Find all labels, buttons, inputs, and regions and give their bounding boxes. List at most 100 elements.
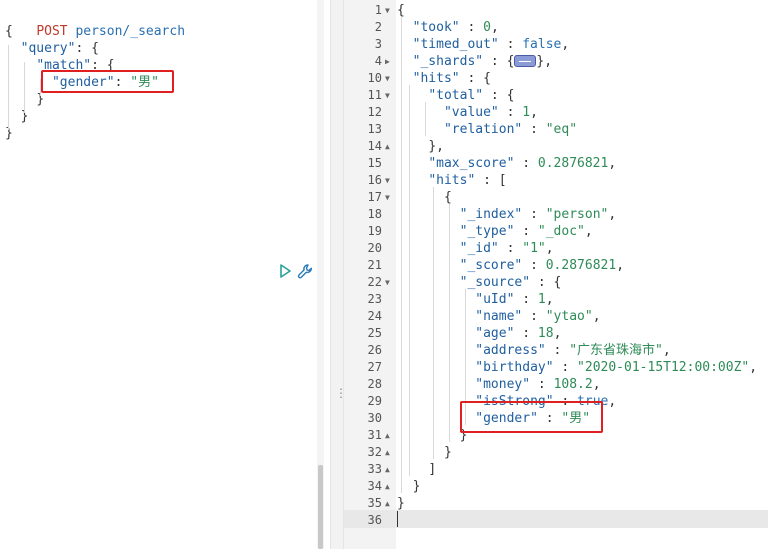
json-punctuation: : { — [530, 275, 562, 290]
request-code-line[interactable]: { — [5, 23, 13, 40]
fold-toggle-icon[interactable]: ▲ — [385, 138, 390, 155]
json-key: "total" — [428, 88, 484, 103]
wrench-icon[interactable] — [297, 263, 314, 280]
response-code-line[interactable]: "hits" : { — [397, 70, 491, 87]
json-number-value: 0 — [483, 20, 491, 35]
json-key: "_id" — [459, 241, 499, 256]
json-punctuation: : — [530, 377, 554, 392]
response-code-line[interactable]: "_index" : "person", — [397, 206, 617, 223]
response-viewer[interactable]: 1 ▼ 2 3 4 ▶ 10 ▼ 11 ▼ 12 13 14 ▲ 15 16 ▼ 17 ▼ 18 19 20 21 22 ▼ 23… — [344, 0, 768, 549]
response-code-line[interactable]: "relation" : "eq" — [397, 121, 577, 138]
json-punctuation: : — [498, 37, 523, 52]
response-code-line[interactable]: "total" : { — [397, 87, 514, 104]
pane-splitter[interactable]: ⋮ — [330, 0, 347, 549]
json-punctuation: , — [608, 207, 617, 222]
json-key: "name" — [475, 309, 523, 324]
json-punctuation: , — [592, 309, 601, 324]
json-punctuation: , — [584, 224, 593, 239]
play-icon[interactable] — [279, 264, 291, 278]
response-gender-highlight — [460, 401, 603, 433]
gutter-row: 35 ▲ — [344, 495, 396, 512]
fold-toggle-icon[interactable]: ▼ — [385, 2, 390, 19]
gutter-row: 15 — [344, 155, 396, 172]
json-key: "timed_out" — [412, 37, 499, 52]
gutter-row: 17 ▼ — [344, 189, 396, 206]
fold-toggle-icon[interactable]: ▲ — [385, 444, 390, 461]
fold-toggle-icon[interactable]: ▼ — [385, 274, 390, 291]
fold-toggle-icon[interactable]: ▲ — [385, 461, 390, 478]
line-number: 32 — [367, 445, 382, 459]
gutter-row: 25 — [344, 325, 396, 342]
line-number: 21 — [367, 258, 382, 272]
indent-guide — [8, 45, 9, 130]
response-code-line[interactable]: "uId" : 1, — [397, 291, 554, 308]
fold-toggle-icon[interactable]: ▲ — [385, 427, 390, 444]
json-key: "hits" — [412, 71, 460, 86]
response-code-line[interactable]: } — [397, 444, 452, 461]
indent-guide — [433, 187, 434, 459]
line-number: 30 — [367, 411, 382, 425]
json-punctuation: : { — [459, 71, 491, 86]
json-key: "max_score" — [428, 156, 515, 171]
request-editor[interactable]: POST person/_search { "query": { "match"… — [0, 0, 330, 549]
request-line[interactable]: POST person/_search — [5, 6, 185, 39]
fold-toggle-icon[interactable]: ▲ — [385, 478, 390, 495]
gutter-row: 27 — [344, 359, 396, 376]
json-punctuation: : — [498, 241, 523, 256]
json-punctuation: , — [749, 360, 758, 375]
response-code-line[interactable]: "age" : 18, — [397, 325, 561, 342]
response-code-line[interactable]: "took" : 0, — [397, 19, 499, 36]
request-code-line[interactable]: "query": { — [5, 40, 99, 57]
json-punctuation: : — [522, 207, 546, 222]
response-code-line[interactable]: "_shards" : {}, — [397, 53, 552, 70]
response-code-line[interactable]: ] — [397, 461, 436, 478]
json-punctuation: , — [545, 241, 554, 256]
line-number: 20 — [367, 241, 382, 255]
fold-toggle-icon[interactable]: ▼ — [385, 172, 390, 189]
fold-toggle-icon[interactable]: ▼ — [385, 189, 390, 206]
gutter-row: 24 — [344, 308, 396, 325]
response-code-line[interactable]: "value" : 1, — [397, 104, 538, 121]
response-code-line[interactable]: "_type" : "_doc", — [397, 223, 593, 240]
fold-toggle-icon[interactable]: ▲ — [385, 495, 390, 512]
response-code-line[interactable]: "address" : "广东省珠海市", — [397, 342, 671, 359]
response-code-line[interactable]: { — [397, 189, 452, 206]
json-punctuation: , — [545, 292, 554, 307]
json-number-value: 1 — [537, 292, 546, 307]
line-number: 24 — [367, 309, 382, 323]
response-code-line[interactable]: "birthday" : "2020-01-15T12:00:00Z", — [397, 359, 757, 376]
json-key: "age" — [475, 326, 515, 341]
line-number: 17 — [367, 190, 382, 204]
request-gender-highlight — [41, 70, 174, 93]
response-code-line[interactable]: "money" : 108.2, — [397, 376, 600, 393]
response-code-line[interactable]: "_score" : 0.2876821, — [397, 257, 624, 274]
json-punctuation: : [ — [475, 173, 507, 188]
response-code-line[interactable]: "max_score" : 0.2876821, — [397, 155, 616, 172]
response-code-line[interactable]: "timed_out" : false, — [397, 36, 570, 53]
gutter-row: 20 — [344, 240, 396, 257]
response-code-line[interactable]: "hits" : [ — [397, 172, 507, 189]
response-code-line[interactable]: "_source" : { — [397, 274, 562, 291]
fold-toggle-icon[interactable]: ▼ — [385, 70, 390, 87]
json-punctuation: , — [530, 105, 538, 120]
line-number: 12 — [367, 105, 382, 119]
line-number: 34 — [367, 479, 382, 493]
response-code-line[interactable]: "_id" : "1", — [397, 240, 554, 257]
json-punctuation: , — [490, 20, 499, 35]
json-punctuation: , — [662, 343, 671, 358]
json-punctuation: }, — [536, 54, 553, 69]
line-number: 11 — [367, 88, 382, 102]
response-code-line[interactable]: "name" : "ytao", — [397, 308, 601, 325]
line-number: 22 — [367, 275, 382, 289]
fold-expand-icon[interactable]: ▶ — [385, 53, 390, 70]
request-scrollbar-thumb[interactable] — [318, 465, 323, 549]
json-boolean-value: false — [522, 37, 562, 52]
response-code-line[interactable]: } — [397, 495, 405, 512]
line-number: 31 — [367, 428, 382, 442]
json-number-value: 108.2 — [553, 377, 593, 392]
fold-toggle-icon[interactable]: ▼ — [385, 87, 390, 104]
gutter-row: 1 ▼ — [344, 2, 396, 19]
json-key: "money" — [475, 377, 531, 392]
ellipsis-badge[interactable] — [514, 54, 537, 67]
response-code-line[interactable]: }, — [397, 138, 444, 155]
